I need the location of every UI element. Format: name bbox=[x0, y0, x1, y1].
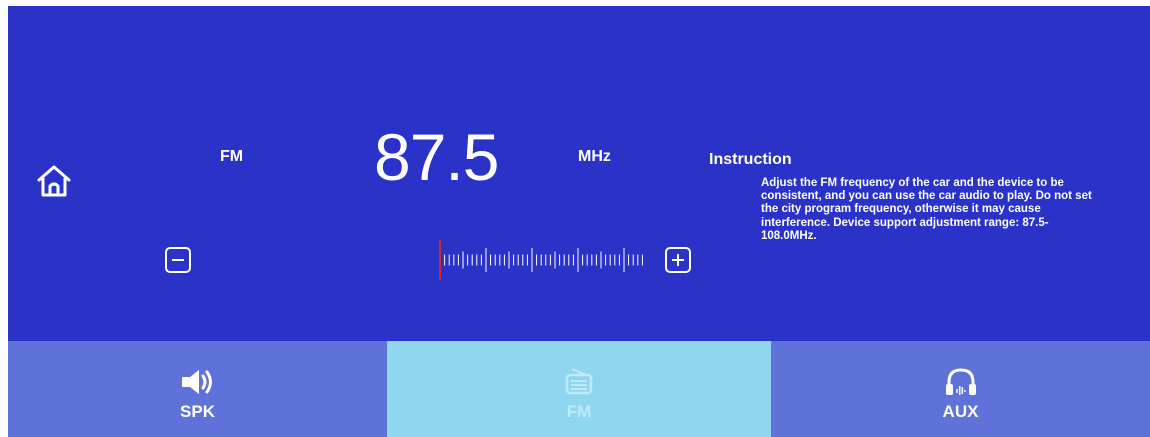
decrease-frequency-button[interactable] bbox=[165, 247, 191, 273]
source-tab-bar: SPK FM AUX bbox=[8, 341, 1150, 437]
tab-spk[interactable]: SPK bbox=[8, 341, 387, 437]
frequency-display: 87.5 bbox=[374, 120, 499, 194]
instruction-title: Instruction bbox=[709, 151, 792, 168]
headphones-icon bbox=[945, 368, 976, 395]
tuner-ticks bbox=[439, 248, 643, 272]
fm-transmitter-screen: FM 87.5 MHz Instruction Adjust the FM fr… bbox=[8, 6, 1150, 437]
main-panel: FM 87.5 MHz Instruction Adjust the FM fr… bbox=[8, 6, 1150, 341]
tab-aux[interactable]: AUX bbox=[771, 341, 1150, 437]
radio-icon bbox=[565, 368, 593, 395]
increase-frequency-button[interactable] bbox=[665, 247, 691, 273]
frequency-unit: MHz bbox=[578, 148, 611, 165]
tab-aux-label: AUX bbox=[942, 402, 979, 421]
home-icon bbox=[37, 165, 71, 197]
band-label: FM bbox=[220, 148, 244, 165]
tab-fm-label: FM bbox=[566, 402, 592, 421]
speaker-icon bbox=[181, 370, 212, 394]
tuner-scale[interactable] bbox=[428, 238, 648, 282]
instruction-text: Adjust the FM frequency of the car and t… bbox=[761, 177, 1092, 242]
home-button[interactable] bbox=[34, 161, 74, 201]
tab-fm[interactable]: FM bbox=[387, 341, 771, 437]
tab-spk-label: SPK bbox=[180, 402, 215, 421]
